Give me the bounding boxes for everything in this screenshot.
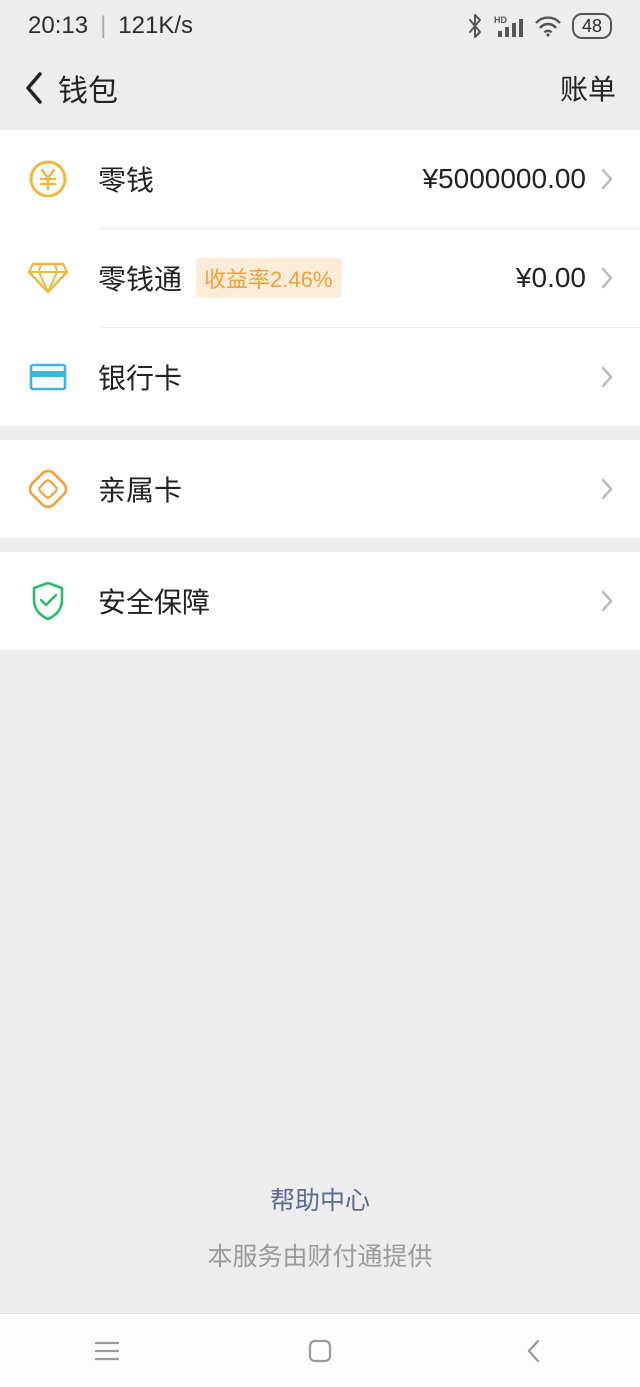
nav-recents-button[interactable] — [62, 1326, 152, 1376]
status-time: 20:13 — [28, 12, 88, 40]
row-bank-card-label: 银行卡 — [98, 357, 182, 397]
home-square-icon — [307, 1338, 333, 1364]
system-nav-bar — [0, 1313, 640, 1387]
menu-lines-icon — [93, 1340, 121, 1362]
footer: 帮助中心 本服务由财付通提供 — [0, 1181, 640, 1313]
battery-indicator: 48 — [572, 13, 612, 39]
header: 钱包 账单 — [0, 52, 640, 130]
row-lqt-value: ¥0.00 — [516, 262, 586, 294]
row-change-label: 零钱 — [98, 159, 154, 199]
signal-hd-icon: HD — [494, 15, 524, 37]
bank-card-icon — [26, 355, 70, 399]
nav-home-button[interactable] — [275, 1326, 365, 1376]
group-security: 安全保障 — [0, 552, 640, 650]
family-card-icon — [26, 467, 70, 511]
wifi-icon — [534, 15, 562, 37]
page-title: 钱包 — [58, 66, 118, 110]
status-separator: | — [100, 12, 106, 40]
status-bar: 20:13 | 121K/s HD — [0, 0, 640, 52]
row-bank-card[interactable]: 银行卡 — [0, 328, 640, 426]
group-balance: 零钱 ¥5000000.00 零钱通 收益率2. — [0, 130, 640, 426]
row-security[interactable]: 安全保障 — [0, 552, 640, 650]
status-net-speed: 121K/s — [118, 12, 193, 40]
row-security-label: 安全保障 — [98, 581, 210, 621]
chevron-left-icon — [524, 1337, 542, 1365]
back-button[interactable] — [12, 67, 54, 109]
chevron-left-icon — [22, 70, 44, 106]
svg-text:HD: HD — [494, 15, 507, 25]
chevron-right-icon — [600, 365, 614, 389]
diamond-icon — [26, 256, 70, 300]
help-center-link[interactable]: 帮助中心 — [0, 1181, 640, 1217]
chevron-right-icon — [600, 266, 614, 290]
shield-icon — [26, 579, 70, 623]
row-family-card-label: 亲属卡 — [98, 469, 182, 509]
row-lqt-label: 零钱通 — [98, 258, 182, 298]
yield-rate-badge: 收益率2.46% — [196, 258, 342, 298]
chevron-right-icon — [600, 167, 614, 191]
bluetooth-icon — [466, 13, 484, 39]
group-family: 亲属卡 — [0, 440, 640, 538]
row-change-value: ¥5000000.00 — [422, 163, 586, 195]
service-provider-text: 本服务由财付通提供 — [0, 1237, 640, 1273]
row-family-card[interactable]: 亲属卡 — [0, 440, 640, 538]
row-lqt[interactable]: 零钱通 收益率2.46% ¥0.00 — [0, 229, 640, 327]
row-change[interactable]: 零钱 ¥5000000.00 — [0, 130, 640, 228]
nav-back-button[interactable] — [488, 1326, 578, 1376]
bills-button[interactable]: 账单 — [560, 68, 616, 108]
yen-coin-icon — [26, 157, 70, 201]
chevron-right-icon — [600, 477, 614, 501]
chevron-right-icon — [600, 589, 614, 613]
